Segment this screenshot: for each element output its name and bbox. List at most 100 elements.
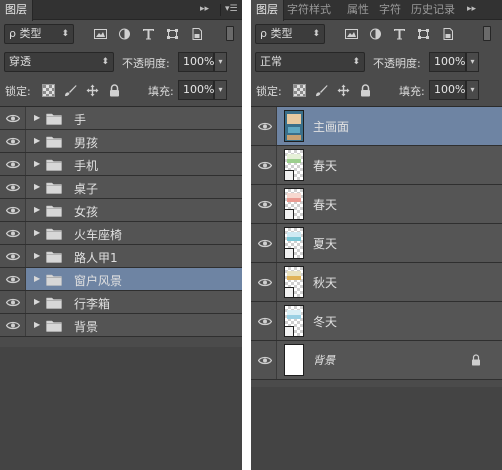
- expand-triangle-icon[interactable]: ▶: [34, 251, 40, 260]
- layer-row[interactable]: 夏天: [251, 224, 502, 263]
- opacity-input[interactable]: 100%: [178, 52, 214, 72]
- eye-icon[interactable]: [6, 206, 20, 215]
- layer-thumbnail[interactable]: [284, 110, 304, 142]
- lock-transparent-icon[interactable]: [42, 84, 55, 97]
- layer-row[interactable]: ▶ 男孩: [0, 130, 242, 153]
- expand-triangle-icon[interactable]: ▶: [34, 159, 40, 168]
- lock-transparent-icon[interactable]: [293, 84, 306, 97]
- smart-object-filter-icon[interactable]: [190, 28, 203, 40]
- blend-mode-select[interactable]: 正常 ⬍: [255, 52, 365, 72]
- double-chevron-icon[interactable]: ▸▸: [200, 0, 209, 20]
- layer-row[interactable]: ▶ 窗户风景: [0, 268, 242, 291]
- smart-object-filter-icon[interactable]: [441, 28, 454, 40]
- fill-input[interactable]: 100%: [178, 80, 214, 100]
- lock-position-icon[interactable]: [337, 84, 350, 97]
- opacity-input[interactable]: 100%: [429, 52, 466, 72]
- eye-icon[interactable]: [258, 200, 272, 209]
- eye-icon[interactable]: [258, 161, 272, 170]
- eye-icon[interactable]: [258, 278, 272, 287]
- opacity-dropdown-icon[interactable]: ▾: [466, 52, 479, 72]
- fill-dropdown-icon[interactable]: ▾: [214, 80, 227, 100]
- eye-icon[interactable]: [6, 160, 20, 169]
- layer-thumbnail[interactable]: [284, 227, 304, 259]
- eye-icon[interactable]: [6, 298, 20, 307]
- expand-triangle-icon[interactable]: ▶: [34, 274, 40, 283]
- filter-toggle-switch[interactable]: [483, 26, 491, 41]
- opacity-dropdown-icon[interactable]: ▾: [214, 52, 227, 72]
- fill-dropdown-icon[interactable]: ▾: [466, 80, 479, 100]
- visibility-toggle[interactable]: [0, 107, 26, 129]
- filter-type-select[interactable]: ρ 类型 ⬍: [255, 24, 325, 44]
- layer-row[interactable]: ▶ 火车座椅: [0, 222, 242, 245]
- eye-icon[interactable]: [258, 317, 272, 326]
- tab-properties[interactable]: 属性: [347, 0, 369, 20]
- visibility-toggle[interactable]: [0, 130, 26, 152]
- tab-character-styles[interactable]: 字符样式: [287, 0, 331, 20]
- layer-row[interactable]: 春天: [251, 185, 502, 224]
- visibility-toggle[interactable]: [251, 302, 277, 340]
- visibility-toggle[interactable]: [251, 224, 277, 262]
- expand-triangle-icon[interactable]: ▶: [34, 205, 40, 214]
- lock-position-icon[interactable]: [86, 84, 99, 97]
- eye-icon[interactable]: [6, 137, 20, 146]
- expand-triangle-icon[interactable]: ▶: [34, 182, 40, 191]
- layer-thumbnail[interactable]: [284, 149, 304, 181]
- double-chevron-icon[interactable]: ▸▸: [467, 0, 476, 20]
- lock-all-icon[interactable]: [359, 84, 372, 97]
- eye-icon[interactable]: [6, 229, 20, 238]
- layer-row[interactable]: ▶ 路人甲1: [0, 245, 242, 268]
- tab-history[interactable]: 历史记录: [411, 0, 455, 20]
- filter-type-select[interactable]: ρ 类型 ⬍: [4, 24, 74, 44]
- filter-toggle-switch[interactable]: [226, 26, 234, 41]
- visibility-toggle[interactable]: [251, 146, 277, 184]
- layer-row[interactable]: 主画面: [251, 107, 502, 146]
- layer-thumbnail[interactable]: [284, 344, 304, 376]
- layer-row[interactable]: ▶ 背景: [0, 314, 242, 337]
- expand-triangle-icon[interactable]: ▶: [34, 320, 40, 329]
- eye-icon[interactable]: [6, 275, 20, 284]
- shape-filter-icon[interactable]: [166, 28, 179, 40]
- visibility-toggle[interactable]: [251, 263, 277, 301]
- layer-thumbnail[interactable]: [284, 188, 304, 220]
- visibility-toggle[interactable]: [0, 176, 26, 198]
- layer-thumbnail[interactable]: [284, 305, 304, 337]
- visibility-toggle[interactable]: [0, 314, 26, 336]
- visibility-toggle[interactable]: [0, 199, 26, 221]
- layer-row[interactable]: 冬天: [251, 302, 502, 341]
- lock-paint-icon[interactable]: [315, 84, 328, 97]
- lock-all-icon[interactable]: [108, 84, 121, 97]
- layer-row[interactable]: 背景: [251, 341, 502, 380]
- image-filter-icon[interactable]: [94, 28, 107, 40]
- visibility-toggle[interactable]: [0, 222, 26, 244]
- layer-row[interactable]: ▶ 行李箱: [0, 291, 242, 314]
- adjustment-filter-icon[interactable]: [118, 28, 131, 40]
- visibility-toggle[interactable]: [251, 107, 277, 145]
- eye-icon[interactable]: [6, 252, 20, 261]
- visibility-toggle[interactable]: [0, 153, 26, 175]
- visibility-toggle[interactable]: [0, 268, 26, 290]
- panel-menu-icon[interactable]: ▾☰: [225, 0, 238, 20]
- blend-mode-select[interactable]: 穿透 ⬍: [4, 52, 114, 72]
- layer-row[interactable]: 春天: [251, 146, 502, 185]
- visibility-toggle[interactable]: [0, 245, 26, 267]
- expand-triangle-icon[interactable]: ▶: [34, 228, 40, 237]
- layer-row[interactable]: ▶ 手机: [0, 153, 242, 176]
- shape-filter-icon[interactable]: [417, 28, 430, 40]
- expand-triangle-icon[interactable]: ▶: [34, 297, 40, 306]
- lock-paint-icon[interactable]: [64, 84, 77, 97]
- type-filter-icon[interactable]: [393, 28, 406, 40]
- eye-icon[interactable]: [258, 356, 272, 365]
- fill-input[interactable]: 100%: [429, 80, 466, 100]
- layer-row[interactable]: ▶ 桌子: [0, 176, 242, 199]
- tab-layers[interactable]: 图层: [0, 0, 33, 21]
- eye-icon[interactable]: [258, 239, 272, 248]
- type-filter-icon[interactable]: [142, 28, 155, 40]
- visibility-toggle[interactable]: [251, 341, 277, 379]
- image-filter-icon[interactable]: [345, 28, 358, 40]
- eye-icon[interactable]: [258, 122, 272, 131]
- expand-triangle-icon[interactable]: ▶: [34, 113, 40, 122]
- eye-icon[interactable]: [6, 321, 20, 330]
- layer-thumbnail[interactable]: [284, 266, 304, 298]
- eye-icon[interactable]: [6, 183, 20, 192]
- visibility-toggle[interactable]: [251, 185, 277, 223]
